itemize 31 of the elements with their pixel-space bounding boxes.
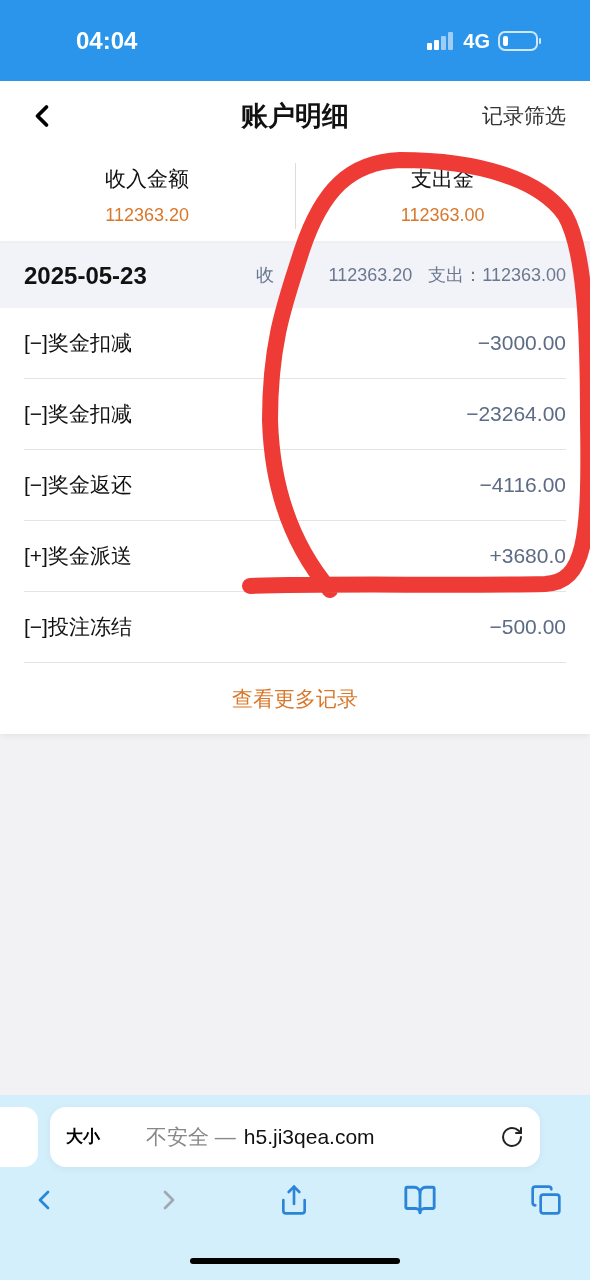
record-name: [−]奖金扣减 [24,330,132,357]
reload-icon[interactable] [500,1125,524,1149]
address-bar[interactable]: 大小 不安全 — h5.ji3qea.com [50,1107,540,1167]
record-amount: +3680.0 [489,543,566,570]
expense-label: 支出： [428,264,483,287]
signal-icon [425,30,456,51]
tabs-icon[interactable] [530,1184,562,1216]
network-label: 4G [463,28,490,54]
expense-value: 112363.00 [482,264,566,287]
url-text: h5.ji3qea.com [243,1124,375,1151]
summary-label: 收入金额 [105,165,190,192]
record-name: [−]奖金扣减 [24,401,132,428]
summary-amount: 112363.00 [400,204,485,228]
record-name: [+]奖金派送 [24,543,132,570]
page-title: 账户明细 [241,99,349,133]
record-amount: −4116.00 [479,472,566,499]
record-name: [−]投注冻结 [24,614,132,641]
record-name: [−]奖金返还 [24,472,132,499]
record-amount: −23264.00 [466,401,566,428]
security-label: 不安全 — [146,1124,236,1151]
income-value: 112363.20 [328,264,413,287]
filter-link[interactable]: 记录筛选 [482,100,566,132]
date-text: 2025-05-23 [24,260,147,291]
summary-amount: 112363.20 [105,204,190,228]
record-amount: −500.00 [489,614,566,641]
text-size-button[interactable]: 大小 [66,1124,100,1150]
status-time: 04:04 [76,25,138,56]
record-amount: −3000.00 [477,330,566,357]
income-label: 收 [256,264,275,287]
bookmarks-icon[interactable] [403,1183,437,1217]
battery-icon [498,29,542,52]
